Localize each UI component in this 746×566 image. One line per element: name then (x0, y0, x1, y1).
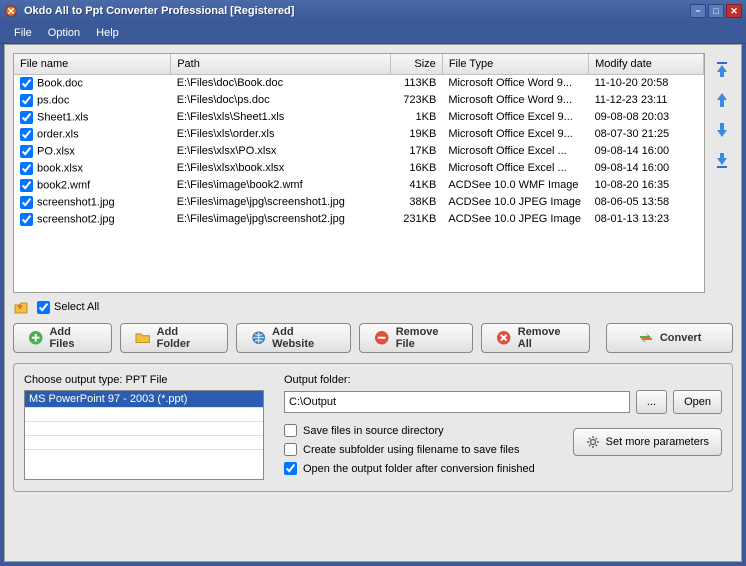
add-folder-button[interactable]: Add Folder (120, 323, 227, 353)
row-checkbox[interactable] (20, 213, 33, 226)
convert-button[interactable]: Convert (606, 323, 733, 353)
table-row[interactable]: Sheet1.xlsE:\Files\xls\Sheet1.xls1KBMicr… (14, 109, 704, 126)
col-header-name[interactable]: File name (14, 54, 171, 74)
menu-file[interactable]: File (6, 24, 40, 42)
add-files-icon (28, 330, 43, 346)
open-after-checkbox[interactable]: Open the output folder after conversion … (284, 462, 553, 475)
up-folder-icon[interactable] (13, 299, 29, 315)
row-checkbox[interactable] (20, 162, 33, 175)
remove-all-button[interactable]: Remove All (481, 323, 590, 353)
row-checkbox[interactable] (20, 77, 33, 90)
select-all-checkbox[interactable]: Select All (37, 301, 99, 314)
file-list[interactable]: File name Path Size File Type Modify dat… (13, 53, 705, 293)
table-row[interactable]: PO.xlsxE:\Files\xlsx\PO.xlsx17KBMicrosof… (14, 143, 704, 160)
table-row[interactable]: screenshot2.jpgE:\Files\image\jpg\screen… (14, 211, 704, 228)
convert-icon (638, 330, 654, 346)
close-button[interactable]: ✕ (726, 4, 742, 18)
window-title: Okdo All to Ppt Converter Professional [… (24, 5, 690, 17)
col-header-date[interactable]: Modify date (589, 54, 704, 74)
add-website-button[interactable]: Add Website (236, 323, 352, 353)
browse-button[interactable]: ... (636, 390, 667, 414)
remove-icon (374, 330, 389, 346)
output-folder-label: Output folder: (284, 374, 722, 386)
table-row[interactable]: order.xlsE:\Files\xls\order.xls19KBMicro… (14, 126, 704, 143)
col-header-path[interactable]: Path (171, 54, 390, 74)
select-all-label: Select All (54, 301, 99, 313)
remove-file-button[interactable]: Remove File (359, 323, 473, 353)
output-type-list[interactable]: MS PowerPoint 97 - 2003 (*.ppt) (24, 390, 264, 480)
gear-icon (586, 435, 600, 449)
table-row[interactable]: screenshot1.jpgE:\Files\image\jpg\screen… (14, 194, 704, 211)
table-row[interactable]: ps.docE:\Files\doc\ps.doc723KBMicrosoft … (14, 92, 704, 109)
menubar: File Option Help (0, 22, 746, 44)
col-header-type[interactable]: File Type (442, 54, 588, 74)
toolbar: Add Files Add Folder Add Website Remove … (13, 323, 733, 353)
menu-help[interactable]: Help (88, 24, 127, 42)
reorder-controls (711, 53, 733, 293)
row-checkbox[interactable] (20, 94, 33, 107)
remove-all-icon (496, 330, 511, 346)
folder-icon (135, 330, 150, 346)
maximize-button[interactable]: □ (708, 4, 724, 18)
minimize-button[interactable]: − (690, 4, 706, 18)
output-type-option[interactable]: MS PowerPoint 97 - 2003 (*.ppt) (25, 391, 263, 407)
move-top-button[interactable] (714, 61, 730, 79)
row-checkbox[interactable] (20, 196, 33, 209)
row-checkbox[interactable] (20, 128, 33, 141)
output-folder-input[interactable] (284, 391, 630, 413)
save-source-checkbox[interactable]: Save files in source directory (284, 424, 553, 437)
move-bottom-button[interactable] (714, 151, 730, 169)
choose-output-type-label: Choose output type: PPT File (24, 374, 264, 386)
row-checkbox[interactable] (20, 179, 33, 192)
table-row[interactable]: book.xlsxE:\Files\xlsx\book.xlsx16KBMicr… (14, 160, 704, 177)
set-parameters-button[interactable]: Set more parameters (573, 428, 722, 456)
move-up-button[interactable] (714, 91, 730, 109)
table-row[interactable]: Book.docE:\Files\doc\Book.doc113KBMicros… (14, 74, 704, 92)
move-down-button[interactable] (714, 121, 730, 139)
titlebar: Okdo All to Ppt Converter Professional [… (0, 0, 746, 22)
globe-icon (251, 330, 266, 346)
table-row[interactable]: book2.wmfE:\Files\image\book2.wmf41KBACD… (14, 177, 704, 194)
menu-option[interactable]: Option (40, 24, 88, 42)
options-panel: Choose output type: PPT File MS PowerPoi… (13, 363, 733, 492)
row-checkbox[interactable] (20, 145, 33, 158)
app-logo-icon (4, 4, 18, 18)
client-area: File name Path Size File Type Modify dat… (4, 44, 742, 562)
add-files-button[interactable]: Add Files (13, 323, 112, 353)
row-checkbox[interactable] (20, 111, 33, 124)
open-folder-button[interactable]: Open (673, 390, 722, 414)
col-header-size[interactable]: Size (390, 54, 442, 74)
create-subfolder-checkbox[interactable]: Create subfolder using filename to save … (284, 443, 553, 456)
